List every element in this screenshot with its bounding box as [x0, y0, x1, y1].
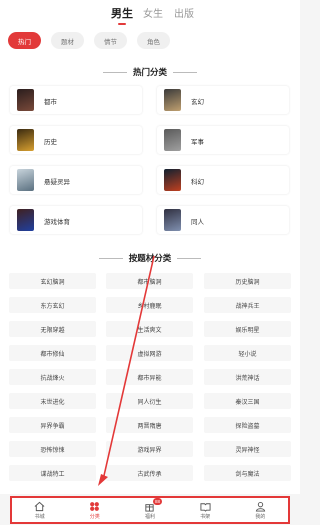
nav-bookshelf[interactable]: 书架: [185, 498, 225, 522]
theme-tag[interactable]: 都市修仙: [9, 345, 96, 361]
category-content: 热门分类 都市 玄幻 历史 军事 悬疑灵异 科幻 游戏体育 同人 按题材分类 玄…: [0, 54, 300, 494]
theme-tag[interactable]: 乡村鹿眠: [106, 297, 193, 313]
cover-image: [164, 209, 181, 231]
theme-tag[interactable]: 虚拟网游: [106, 345, 193, 361]
nav-profile[interactable]: 我的: [240, 498, 280, 522]
bottom-navigation: 书城 分类 88 福利 书架 我的: [10, 496, 290, 524]
theme-tag[interactable]: 抗战烽火: [9, 369, 96, 385]
theme-tag[interactable]: 战神兵王: [204, 297, 291, 313]
theme-tag[interactable]: 谍战特工: [9, 465, 96, 481]
theme-tag[interactable]: 异界争霸: [9, 417, 96, 433]
category-card-scifi[interactable]: 科幻: [157, 166, 289, 194]
home-icon: [34, 501, 45, 512]
category-card-urban[interactable]: 都市: [10, 86, 142, 114]
cover-image: [164, 169, 181, 191]
theme-tag[interactable]: 两晋隋唐: [106, 417, 193, 433]
theme-tag[interactable]: 玄幻脑洞: [9, 273, 96, 289]
theme-tag[interactable]: 游戏异界: [106, 441, 193, 457]
theme-tag[interactable]: 剑与魔法: [204, 465, 291, 481]
theme-tag[interactable]: 都市脑洞: [106, 273, 193, 289]
hot-section-title: 热门分类: [0, 66, 300, 78]
theme-tag[interactable]: 东方玄幻: [9, 297, 96, 313]
filter-chips: 热门 题材 情节 角色: [0, 28, 300, 54]
chip-theme[interactable]: 题材: [51, 32, 84, 49]
nav-category[interactable]: 分类: [75, 498, 115, 522]
category-card-fanfic[interactable]: 同人: [157, 206, 289, 234]
category-card-history[interactable]: 历史: [10, 126, 142, 154]
bookshelf-icon: [200, 503, 211, 512]
chip-plot[interactable]: 情节: [94, 32, 127, 49]
theme-tag[interactable]: 轻小说: [204, 345, 291, 361]
tab-female[interactable]: 女生: [143, 5, 163, 20]
cover-image: [17, 169, 34, 191]
cover-image: [17, 209, 34, 231]
category-card-fantasy[interactable]: 玄幻: [157, 86, 289, 114]
theme-tag[interactable]: 生活爽文: [106, 321, 193, 337]
cover-image: [164, 89, 181, 111]
theme-section-title: 按题材分类: [0, 252, 300, 264]
tab-publishing[interactable]: 出版: [174, 5, 194, 20]
nav-welfare[interactable]: 88 福利: [130, 498, 170, 522]
gender-tabs: 男生 女生 出版: [0, 0, 300, 28]
theme-tag[interactable]: 秦汉三国: [204, 393, 291, 409]
theme-tag[interactable]: 灵异神怪: [204, 441, 291, 457]
tab-male[interactable]: 男生: [111, 5, 133, 25]
chip-hot[interactable]: 热门: [8, 32, 41, 49]
category-icon: [90, 502, 100, 511]
theme-tag[interactable]: 无限穿越: [9, 321, 96, 337]
theme-tag[interactable]: 历史脑洞: [204, 273, 291, 289]
cover-image: [17, 129, 34, 151]
category-card-games[interactable]: 游戏体育: [10, 206, 142, 234]
theme-tag[interactable]: 洪荒神话: [204, 369, 291, 385]
theme-tag[interactable]: 恐怖惊悚: [9, 441, 96, 457]
theme-tag[interactable]: 同人衍生: [106, 393, 193, 409]
theme-tag[interactable]: 娱乐明星: [204, 321, 291, 337]
profile-icon: [255, 502, 265, 512]
nav-bookstore[interactable]: 书城: [20, 498, 60, 522]
cover-image: [17, 89, 34, 111]
category-card-military[interactable]: 军事: [157, 126, 289, 154]
theme-tag[interactable]: 古武传承: [106, 465, 193, 481]
cover-image: [164, 129, 181, 151]
theme-tag[interactable]: 探险盗墓: [204, 417, 291, 433]
theme-tag[interactable]: 都市异能: [106, 369, 193, 385]
theme-tag[interactable]: 末世进化: [9, 393, 96, 409]
welfare-badge: 88: [152, 498, 162, 505]
category-card-mystery[interactable]: 悬疑灵异: [10, 166, 142, 194]
chip-role[interactable]: 角色: [137, 32, 170, 49]
